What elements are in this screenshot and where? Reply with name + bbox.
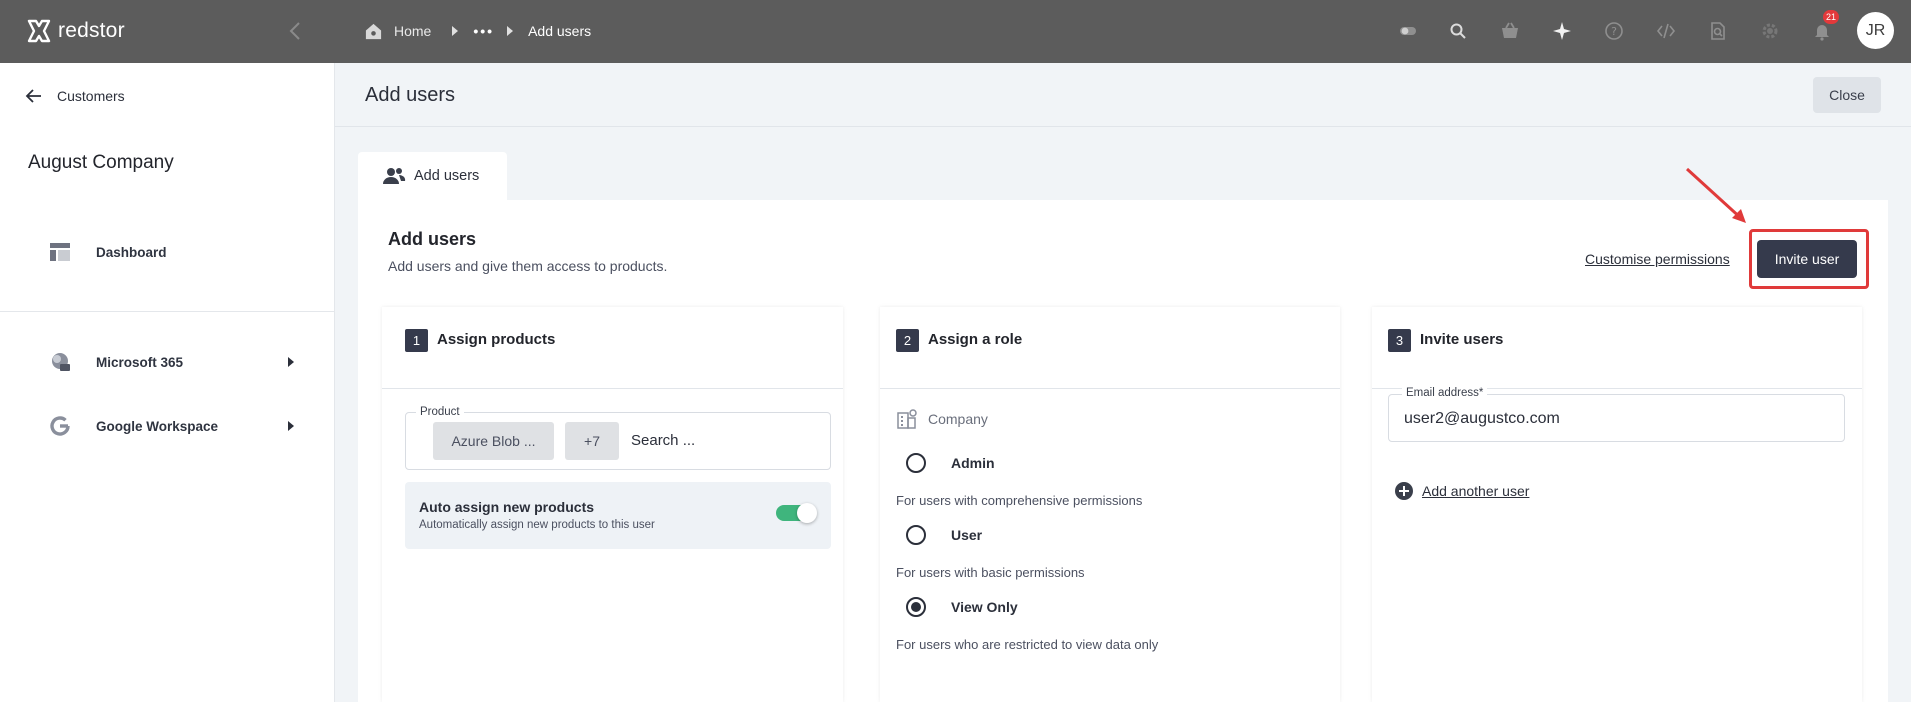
step-title: Invite users bbox=[1420, 331, 1504, 348]
help-icon[interactable]: ? bbox=[1598, 15, 1630, 47]
invite-user-button[interactable]: Invite user bbox=[1757, 240, 1857, 278]
add-another-user-label: Add another user bbox=[1422, 483, 1530, 499]
sidebar-item-dashboard[interactable]: Dashboard bbox=[48, 240, 167, 264]
settings-icon[interactable] bbox=[1754, 15, 1786, 47]
role-description: For users who are restricted to view dat… bbox=[896, 637, 1159, 652]
users-icon bbox=[383, 168, 406, 184]
role-option-user[interactable]: User bbox=[906, 525, 982, 545]
panel-divider bbox=[382, 388, 843, 389]
email-field-label: Email address* bbox=[1402, 387, 1488, 399]
role-scope-label: Company bbox=[928, 411, 988, 427]
svg-text:?: ? bbox=[1611, 25, 1617, 38]
top-bar: redstor Home ••• Add users ? 21 JR bbox=[0, 0, 1911, 63]
role-label: Admin bbox=[951, 455, 995, 471]
panel-divider bbox=[880, 388, 1340, 389]
company-name: August Company bbox=[28, 152, 174, 173]
assign-products-panel: 1 Assign products Product Azure Blob ...… bbox=[382, 307, 843, 702]
step-title: Assign products bbox=[437, 331, 556, 348]
auto-assign-title: Auto assign new products bbox=[419, 499, 595, 515]
more-products-chip[interactable]: +7 bbox=[565, 422, 619, 460]
radio-button-selected[interactable] bbox=[906, 597, 926, 617]
sidebar-item-microsoft-365[interactable]: Microsoft 365 bbox=[48, 350, 183, 374]
sparkle-icon[interactable] bbox=[1546, 15, 1578, 47]
role-label: User bbox=[951, 527, 983, 543]
sidebar-item-label: Dashboard bbox=[96, 244, 167, 260]
back-to-customers[interactable]: Customers bbox=[25, 87, 125, 105]
role-scope: Company bbox=[896, 408, 988, 430]
email-field-value[interactable]: user2@augustco.com bbox=[1404, 410, 1560, 428]
page-header: Add users Close bbox=[335, 63, 1911, 127]
expand-caret-icon[interactable] bbox=[287, 357, 295, 367]
avatar[interactable]: JR bbox=[1857, 12, 1894, 49]
tab-add-users[interactable]: Add users bbox=[358, 152, 507, 200]
step-number: 3 bbox=[1388, 329, 1411, 352]
auto-assign-subtitle: Automatically assign new products to thi… bbox=[419, 519, 655, 531]
google-icon bbox=[48, 414, 72, 438]
sidebar-item-label: Google Workspace bbox=[96, 418, 219, 434]
customise-permissions-link[interactable]: Customise permissions bbox=[1585, 251, 1730, 267]
product-chip[interactable]: Azure Blob ... bbox=[433, 422, 554, 460]
search-icon[interactable] bbox=[1442, 15, 1474, 47]
role-description: For users with basic permissions bbox=[896, 565, 1085, 580]
auto-assign-toggle[interactable] bbox=[776, 503, 817, 523]
company-building-icon bbox=[897, 409, 917, 429]
plus-circle-icon bbox=[1395, 482, 1413, 500]
auto-assign-panel: Auto assign new products Automatically a… bbox=[405, 482, 831, 549]
toggle-icon[interactable] bbox=[1392, 15, 1424, 47]
tab-label: Add users bbox=[414, 168, 480, 184]
assign-role-panel: 2 Assign a role Company Admin For users … bbox=[880, 307, 1340, 702]
code-icon[interactable] bbox=[1650, 15, 1682, 47]
card-title: Add users bbox=[388, 229, 477, 249]
add-users-card: Add users Add users and give them access… bbox=[358, 167, 1888, 702]
role-option-admin[interactable]: Admin bbox=[906, 453, 995, 473]
toolbar-icons: ? 21 bbox=[0, 10, 1911, 47]
arrow-left-icon bbox=[25, 89, 41, 103]
expand-caret-icon[interactable] bbox=[287, 421, 295, 431]
step-title: Assign a role bbox=[928, 331, 1023, 348]
sidebar-divider bbox=[0, 311, 335, 312]
page-title: Add users bbox=[365, 84, 456, 106]
radio-button[interactable] bbox=[906, 453, 926, 473]
add-another-user-link[interactable]: Add another user bbox=[1394, 481, 1529, 501]
radio-button[interactable] bbox=[906, 525, 926, 545]
basket-icon[interactable] bbox=[1494, 15, 1526, 47]
close-button[interactable]: Close bbox=[1813, 77, 1881, 113]
document-search-icon[interactable] bbox=[1702, 15, 1734, 47]
invite-users-panel: 3 Invite users Email address* user2@augu… bbox=[1372, 307, 1862, 702]
annotation-arrow-icon bbox=[1685, 167, 1746, 223]
dashboard-icon bbox=[48, 240, 72, 264]
step-number: 2 bbox=[896, 329, 919, 352]
back-label: Customers bbox=[57, 88, 125, 104]
card-subtitle: Add users and give them access to produc… bbox=[388, 258, 668, 274]
product-label: Product bbox=[416, 406, 464, 418]
role-description: For users with comprehensive permissions bbox=[896, 493, 1143, 508]
sidebar: Customers August Company Dashboard Micro… bbox=[0, 63, 335, 702]
role-label: View Only bbox=[951, 599, 1018, 615]
notifications-icon[interactable]: 21 bbox=[1806, 10, 1840, 47]
role-option-view-only[interactable]: View Only bbox=[906, 597, 1018, 617]
sidebar-item-label: Microsoft 365 bbox=[96, 354, 184, 370]
step-number: 1 bbox=[405, 329, 428, 352]
microsoft-365-icon bbox=[48, 350, 72, 374]
notification-badge: 21 bbox=[1823, 10, 1840, 24]
product-search-input[interactable]: Search ... bbox=[631, 432, 695, 449]
sidebar-item-google-workspace[interactable]: Google Workspace bbox=[48, 414, 218, 438]
toggle-knob bbox=[797, 503, 817, 523]
